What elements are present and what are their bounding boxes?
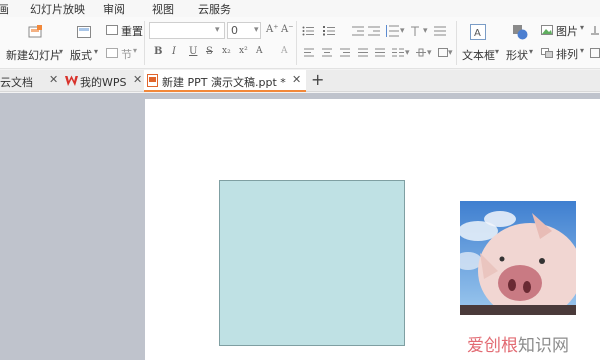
pig-photo[interactable] [460,201,576,315]
columns-icon[interactable] [392,48,404,57]
textbox-icon: A [470,24,486,40]
subscript-icon[interactable]: x₂ [222,46,231,56]
svg-text:A: A [474,28,481,39]
align-left-icon[interactable] [304,48,314,57]
tab-label: 我的WPS [80,76,127,89]
text-direction-dropdown-icon[interactable]: ▾ [423,26,428,36]
textbox-button[interactable]: 文本框 [462,47,495,63]
watermark-part2: 知识网 [518,336,569,356]
slide-workspace: 爱创根知识网 [0,93,600,360]
strikethrough-button[interactable]: S [206,46,213,57]
close-icon[interactable]: ✕ [133,73,142,86]
line-spacing-icon[interactable] [385,25,399,37]
divider [456,21,457,65]
text-effect-icon[interactable]: A [256,46,263,56]
align-text-icon[interactable] [434,25,446,37]
reset-icon [106,25,118,35]
increase-indent-icon[interactable] [368,26,380,36]
new-slide-icon [28,25,42,38]
reset-button[interactable]: 重置 [121,23,143,39]
align-center-icon[interactable] [322,48,332,57]
arrange-dropdown-icon[interactable]: ▾ [580,46,584,55]
close-icon[interactable]: ✕ [49,73,58,86]
tab-my-wps[interactable]: 我的WPS ✕ [62,70,144,92]
menu-slideshow[interactable]: 幻灯片放映 [30,1,85,17]
tab-label: 新建 PPT 演示文稿.ppt * [162,76,286,89]
picture-dropdown-icon[interactable]: ▾ [580,23,584,32]
distribute-icon[interactable] [375,48,385,57]
layout-icon [77,26,91,38]
italic-button[interactable]: I [172,46,176,57]
smart-art-icon[interactable] [438,48,448,57]
font-size-dropdown-icon[interactable]: ▾ [254,25,259,35]
superscript-icon[interactable]: x² [239,46,248,56]
clear-format-icon[interactable]: A [281,46,288,56]
smart-art-dropdown-icon[interactable]: ▾ [448,48,453,58]
line-spacing-dropdown-icon[interactable]: ▾ [400,26,405,36]
shape-icon [513,25,528,40]
align-right-icon[interactable] [340,48,350,57]
ribbon-toolbar: 新建幻灯片 ▾ 版式 ▾ 重置 节 ▾ ▾ 0 ▾ A⁺ A⁻ B I U S … [0,17,600,69]
new-tab-button[interactable]: + [311,70,324,89]
bold-button[interactable]: B [154,46,162,57]
picture-icon [541,25,553,35]
shape-button[interactable]: 形状 [506,47,528,63]
section-icon [106,48,118,58]
tab-ppt-document[interactable]: 新建 PPT 演示文稿.ppt * ✕ [144,70,306,92]
slide-canvas[interactable]: 爱创根知识网 [145,99,600,360]
arrange-icon [541,48,553,58]
ppt-file-icon [147,74,158,87]
watermark-text: 爱创根知识网 [467,331,569,356]
pig-image-icon [460,201,576,315]
divider [144,21,145,65]
underline-button[interactable]: U [189,46,197,57]
textbox-dropdown-icon[interactable]: ▾ [495,47,499,56]
rectangle-shape[interactable] [219,180,405,346]
new-slide-dropdown-icon[interactable]: ▾ [59,47,63,56]
layout-dropdown-icon[interactable]: ▾ [94,47,98,56]
shape-dropdown-icon[interactable]: ▾ [529,47,533,56]
justify-icon[interactable] [358,48,368,57]
numbered-list-icon[interactable] [323,26,335,36]
align-middle-icon[interactable] [416,48,426,57]
layout-button[interactable]: 版式 [70,47,92,63]
decrease-indent-icon[interactable] [352,26,364,36]
decrease-font-icon[interactable]: A⁻ [281,24,294,35]
font-size-value: 0 [231,24,238,37]
font-family-select[interactable] [149,22,225,39]
menu-review[interactable]: 审阅 [103,1,125,17]
divider [296,21,297,65]
menu-cloud[interactable]: 云服务 [198,1,231,17]
columns-dropdown-icon[interactable]: ▾ [405,48,410,58]
rotate-icon[interactable] [590,48,600,58]
align-middle-dropdown-icon[interactable]: ▾ [427,48,432,58]
arrange-button[interactable]: 排列 [556,46,578,62]
menu-bar: 画 幻灯片放映 审阅 视图 云服务 [0,0,600,17]
menu-insert[interactable]: 画 [0,1,9,17]
tab-cloud-docs[interactable]: 云文档 ✕ [0,70,62,92]
watermark-part1: 爱创根 [467,336,518,356]
new-slide-button[interactable]: 新建幻灯片 [6,47,61,63]
upload-icon[interactable] [590,25,600,35]
tab-label: 云文档 [0,76,33,89]
text-direction-icon[interactable] [409,25,421,37]
increase-font-icon[interactable]: A⁺ [266,24,279,35]
bullet-list-icon[interactable] [302,26,314,36]
menu-view[interactable]: 视图 [152,1,174,17]
picture-button[interactable]: 图片 [556,23,578,39]
font-family-dropdown-icon[interactable]: ▾ [215,25,220,35]
section-button[interactable]: 节 [121,46,132,62]
document-tab-bar: 云文档 ✕ 我的WPS ✕ 新建 PPT 演示文稿.ppt * ✕ + [0,70,600,92]
wps-logo-icon [65,75,78,86]
section-dropdown-icon[interactable]: ▾ [133,46,137,55]
close-icon[interactable]: ✕ [292,73,301,86]
